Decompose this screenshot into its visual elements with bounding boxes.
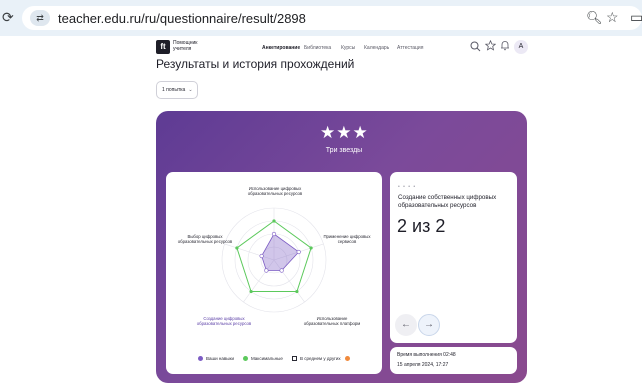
average-checkbox[interactable] [292,356,297,362]
legend-your-skills: Ваши навыки [198,356,234,362]
stars-label: Три звезды [325,147,363,154]
legend-maximum: Максимальные [243,356,283,362]
attempt-select[interactable]: 1 попытка ⌄ [156,81,198,99]
legend-dot-avg [344,356,350,362]
skill-name: Создание собственных цифровых образовате… [398,194,497,209]
avatar[interactable]: A [514,40,528,54]
max-point [249,289,253,294]
skill-point [264,268,269,273]
nav-library[interactable]: Библиотека [304,45,331,51]
axis-label-apply-services: Применение цифровых сервисов [323,234,371,244]
axis-label-choose-resources: Выбор цифровых образовательных ресурсов [177,234,233,244]
legend-average[interactable]: В среднем у других [292,356,353,362]
axis-label-create-resources: Создание цифровых образовательных ресурс… [196,316,252,326]
nav-questionnaire[interactable]: Анкетирование [262,45,300,51]
zoom-icon[interactable]: 🔍︎ [586,10,603,26]
stars-rating: ★★★ [320,123,369,142]
max-point [235,246,239,250]
nav-attestation[interactable]: Аттестация [397,45,423,51]
url-text[interactable]: teacher.edu.ru/ru/questionnaire/result/2… [58,11,306,26]
page-title: Результаты и история прохождений [156,57,355,71]
nav-calendar[interactable]: Календарь [364,45,389,51]
bell-icon[interactable] [500,40,510,51]
reload-icon[interactable]: ⟳ [2,9,14,26]
skill-point [259,253,264,259]
side-panel-icon[interactable]: ▭ [630,9,642,26]
axis-label-use-resources: Использование цифровых образовательных р… [247,186,303,196]
legend-dot-max [243,356,248,362]
skill-point [296,249,301,255]
next-skill-button[interactable]: → [418,314,440,336]
skills-radar-chart [221,207,327,313]
duration-text: Время выполнения 02:48 [397,352,456,358]
logo-text[interactable]: Помощник учителя [173,40,213,52]
skill-point [271,231,277,237]
chevron-down-icon: ⌄ [188,87,193,93]
legend-dot-your [198,356,203,362]
site-info-icon[interactable]: ⇄ [30,10,50,26]
max-point [295,289,299,294]
date-text: 15 апреля 2024, 17:27 [397,362,449,368]
max-point [309,246,313,250]
series-your-skills [261,233,300,271]
max-point [272,219,276,223]
attempt-select-value: 1 попытка [162,87,186,93]
search-icon[interactable] [470,41,481,52]
prev-skill-button[interactable]: ← [395,314,417,336]
bookmark-star-icon[interactable]: ☆ [606,9,619,26]
axis-label-use-platforms: Использование образовательных платформ [303,316,361,326]
nav-courses[interactable]: Курсы [341,45,355,51]
favorites-star-icon[interactable] [485,40,496,51]
logo-icon[interactable]: ft [156,40,170,54]
skill-score: 2 из 2 [397,216,446,236]
pagination-dots: • • • • [398,184,417,190]
skill-point [279,268,284,273]
